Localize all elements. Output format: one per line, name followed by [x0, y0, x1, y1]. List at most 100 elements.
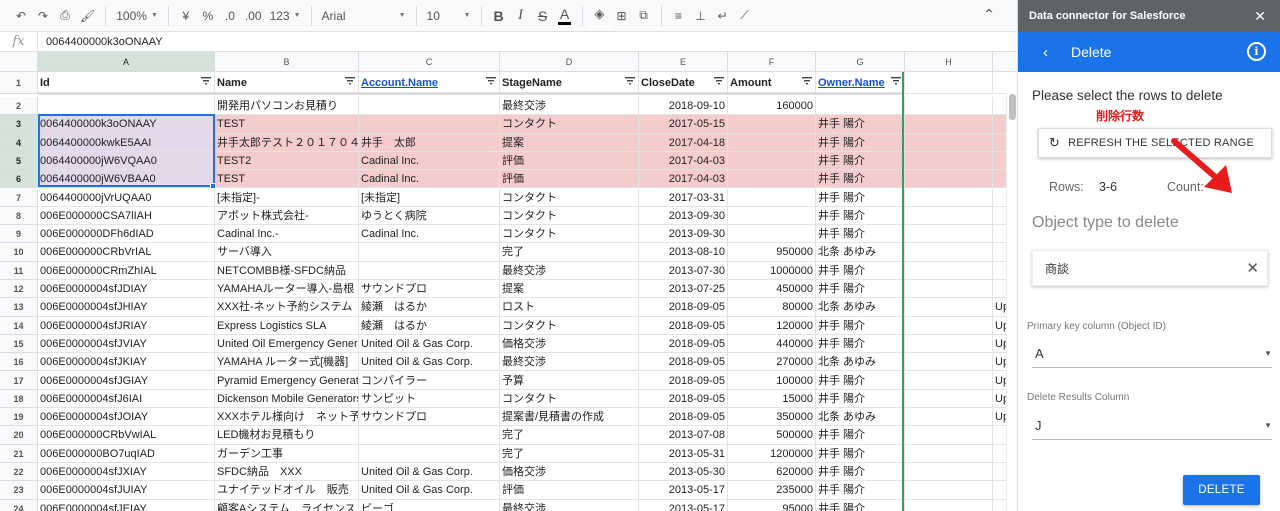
filter-icon[interactable] [625, 76, 635, 85]
table-cell[interactable]: 006E0000004sfJDIAY [38, 280, 215, 299]
table-cell[interactable]: 006E000000CRmZhIAL [38, 261, 215, 280]
row-header[interactable]: 3 [0, 115, 38, 134]
object-type-input[interactable]: 商談 ✕ [1032, 250, 1268, 286]
table-cell[interactable]: 2017-05-15 [639, 115, 728, 134]
number-format-select[interactable]: 123 ▼ [266, 4, 305, 28]
vertical-scrollbar[interactable] [1006, 92, 1017, 511]
table-cell[interactable]: 2013-09-30 [639, 225, 728, 244]
table-cell[interactable]: 006E000000CRbVrIAL [38, 243, 215, 262]
table-cell[interactable]: 予算 [500, 371, 639, 390]
text-rotate-icon[interactable]: ⟋ [734, 4, 756, 28]
table-cell[interactable]: [未指定] [359, 188, 500, 207]
text-color-button[interactable]: A [554, 4, 576, 28]
table-cell[interactable]: 2013-07-25 [639, 280, 728, 299]
font-size-select[interactable]: 10 ▼ [423, 4, 475, 28]
table-cell[interactable]: コンタクト [500, 225, 639, 244]
table-cell[interactable]: 井手 陽介 [816, 261, 905, 280]
table-cell[interactable]: United Oil Emergency Generators [215, 334, 359, 354]
table-cell[interactable]: 井手 陽介 [816, 133, 905, 152]
table-cell[interactable]: 2017-04-03 [639, 151, 728, 171]
table-cell[interactable]: 提案書/見積書の作成 [500, 408, 639, 427]
table-cell[interactable]: 評価 [500, 151, 639, 171]
table-cell[interactable]: 2013-07-08 [639, 426, 728, 445]
table-cell[interactable] [728, 206, 816, 226]
strikethrough-button[interactable]: S [532, 4, 554, 28]
table-cell[interactable]: コンタクト [500, 188, 639, 207]
table-cell[interactable]: 006E000000CRbVwIAL [38, 426, 215, 445]
table-cell[interactable]: 北条 あゆみ [816, 408, 905, 427]
table-cell[interactable]: コンタクト [500, 206, 639, 226]
row-header[interactable]: 20 [0, 426, 38, 445]
scrollbar-thumb[interactable] [1009, 94, 1016, 120]
collapse-toolbar-icon[interactable]: ⌃ [983, 6, 995, 23]
table-cell[interactable]: 井手 陽介 [816, 444, 905, 463]
table-cell[interactable]: 北条 あゆみ [816, 298, 905, 317]
table-cell[interactable]: 500000 [728, 426, 816, 445]
row-header[interactable]: 11 [0, 261, 38, 280]
table-cell[interactable]: Express Logistics SLA [215, 316, 359, 335]
fill-color-icon[interactable]: ◈ [588, 4, 611, 28]
table-cell[interactable]: 2013-08-10 [639, 243, 728, 262]
table-cell[interactable]: 006E000000BO7uqIAD [38, 444, 215, 463]
table-cell[interactable]: 評価 [500, 481, 639, 500]
table-cell[interactable]: 006E0000004sfJGIAY [38, 371, 215, 390]
table-cell[interactable] [359, 97, 500, 116]
table-cell[interactable] [905, 151, 993, 171]
table-cell[interactable]: 2018-09-05 [639, 371, 728, 390]
table-cell[interactable]: 完了 [500, 243, 639, 262]
table-cell[interactable]: Pyramid Emergency Generators [215, 371, 359, 390]
table-cell[interactable]: 井手 陽介 [816, 225, 905, 244]
header-cell[interactable]: Id [38, 72, 215, 94]
table-cell[interactable] [905, 499, 993, 511]
table-cell[interactable] [728, 225, 816, 244]
table-cell[interactable] [905, 408, 993, 427]
table-cell[interactable]: 提案 [500, 280, 639, 299]
percent-button[interactable]: % [197, 4, 219, 28]
row-header[interactable]: 6 [0, 170, 38, 189]
row-header[interactable]: 17 [0, 371, 38, 390]
column-header[interactable]: E [639, 52, 728, 72]
table-cell[interactable]: 006E0000004sfJHIAY [38, 298, 215, 317]
filter-icon[interactable] [345, 76, 355, 85]
table-cell[interactable] [728, 170, 816, 189]
row-header[interactable]: 2 [0, 97, 38, 116]
table-cell[interactable]: ゆうとく病院 [359, 206, 500, 226]
table-cell[interactable]: 270000 [728, 353, 816, 372]
table-cell[interactable]: 2018-09-05 [639, 389, 728, 409]
table-cell[interactable] [905, 261, 993, 280]
column-header[interactable]: D [500, 52, 639, 72]
column-header[interactable]: G [816, 52, 905, 72]
table-cell[interactable] [728, 151, 816, 171]
italic-button[interactable]: I [510, 4, 532, 28]
table-cell[interactable]: 006E0000004sfJEIAY [38, 499, 215, 511]
column-header[interactable]: C [359, 52, 500, 72]
table-cell[interactable]: YAMAHAルーター導入-島根 [215, 280, 359, 299]
table-cell[interactable]: 井手 陽介 [816, 499, 905, 511]
table-cell[interactable]: Cadinal Inc.- [215, 225, 359, 244]
filter-icon[interactable] [802, 76, 812, 85]
table-cell[interactable]: 950000 [728, 243, 816, 262]
row-header[interactable]: 23 [0, 481, 38, 500]
table-cell[interactable]: 綾瀬 はるか [359, 316, 500, 335]
row-header[interactable]: 15 [0, 334, 38, 354]
filter-icon[interactable] [201, 76, 211, 85]
table-cell[interactable]: サウンドプロ [359, 280, 500, 299]
table-cell[interactable] [905, 481, 993, 500]
row-header[interactable]: 14 [0, 316, 38, 335]
table-cell[interactable] [905, 371, 993, 390]
table-cell[interactable]: 440000 [728, 334, 816, 354]
column-header[interactable]: B [215, 52, 359, 72]
vertical-align-icon[interactable]: ⊥ [690, 4, 712, 28]
table-cell[interactable]: 1000000 [728, 261, 816, 280]
row-header[interactable]: 10 [0, 243, 38, 262]
table-cell[interactable]: 2018-09-05 [639, 316, 728, 335]
borders-icon[interactable]: ⊞ [611, 4, 633, 28]
table-cell[interactable]: 最終交渉 [500, 97, 639, 116]
table-cell[interactable]: LED機材お見積もり [215, 426, 359, 445]
row-header[interactable]: 9 [0, 225, 38, 244]
table-cell[interactable]: 価格交渉 [500, 334, 639, 354]
table-cell[interactable]: 006E000000DFh6dIAD [38, 225, 215, 244]
table-cell[interactable] [905, 426, 993, 445]
filter-icon[interactable] [891, 76, 901, 85]
currency-button[interactable]: ¥ [175, 4, 197, 28]
